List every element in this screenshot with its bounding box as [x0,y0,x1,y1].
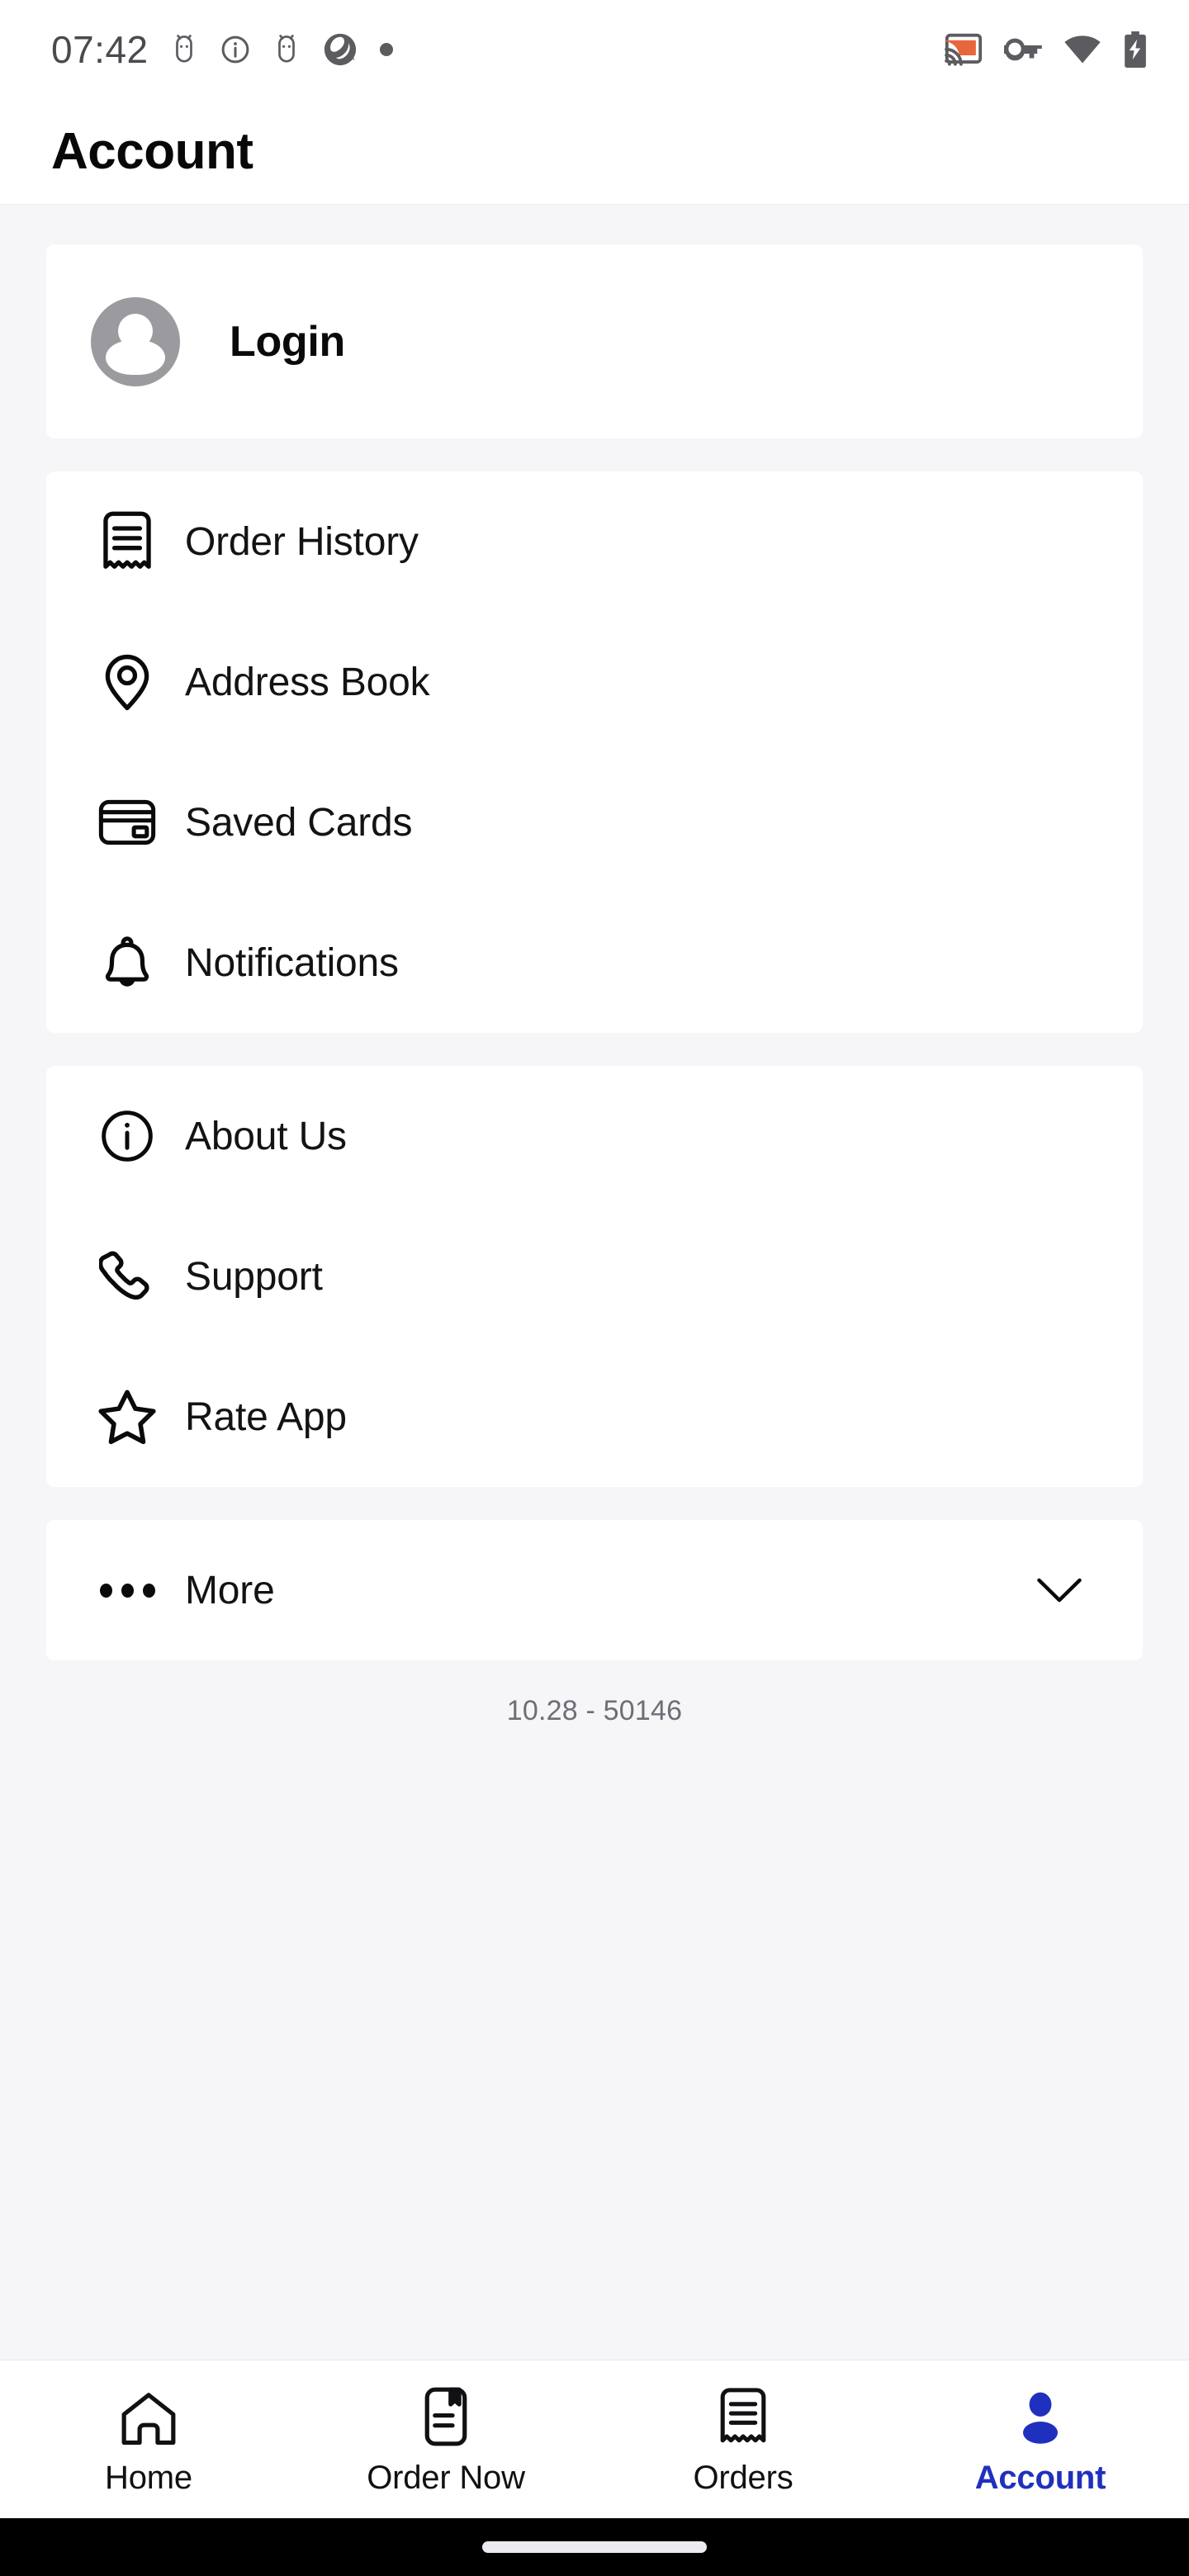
nav-item-account[interactable]: Account [892,2361,1189,2518]
status-bar: 07:42 [0,0,1189,99]
bottom-navigation: Home Order Now Orders Account [0,2360,1189,2518]
location-pin-icon [88,651,167,713]
menu-item-label: Address Book [185,660,430,704]
cast-icon [945,33,983,66]
menu-item-saved-cards[interactable]: Saved Cards [46,752,1143,893]
nav-item-home[interactable]: Home [0,2361,297,2518]
menu-book-icon [424,2382,467,2446]
home-icon [120,2382,178,2446]
android-debug-icon [175,35,192,63]
nav-item-label: Orders [693,2460,793,2496]
app-version-label: 10.28 - 50146 [506,1695,683,1726]
account-menu-card: Order History Address Book Saved Cards N… [46,471,1143,1033]
ellipsis-icon [88,1583,167,1598]
person-avatar-icon [91,296,180,386]
app-screen: 07:42 Account Login Order History Addres… [0,0,1189,2576]
menu-item-label: Rate App [185,1395,347,1439]
star-icon [88,1388,167,1446]
menu-item-order-history[interactable]: Order History [46,471,1143,612]
login-button[interactable]: Login [46,244,1143,438]
nav-item-label: Order Now [367,2460,525,2496]
menu-item-address-book[interactable]: Address Book [46,612,1143,752]
page-title: Account [51,123,253,180]
nav-item-label: Account [974,2460,1106,2496]
app-bar: Account [0,99,1189,205]
menu-item-label: About Us [185,1114,347,1158]
login-label: Login [230,317,346,366]
status-bar-left: 07:42 [51,31,393,69]
nav-item-label: Home [105,2460,192,2496]
wifi-icon [1064,36,1101,64]
chevron-down-icon[interactable] [1035,1575,1083,1605]
info-circle-icon [88,1109,167,1163]
battery-charging-icon [1125,31,1146,68]
dot-icon [379,43,393,56]
page-content: Login Order History Address Book Saved C… [0,205,1189,2360]
menu-item-rate-app[interactable]: Rate App [46,1347,1143,1487]
more-card: More [46,1520,1143,1660]
credit-card-icon [88,799,167,845]
menu-item-label: Saved Cards [185,800,413,845]
person-icon [1011,2382,1069,2446]
info-menu-card: About Us Support Rate App [46,1066,1143,1487]
login-card: Login [46,244,1143,438]
nav-item-orders[interactable]: Orders [594,2361,892,2518]
menu-item-label: Order History [185,519,419,564]
status-bar-right [945,31,1148,68]
nav-item-order-now[interactable]: Order Now [297,2361,594,2518]
menu-item-label: Notifications [185,940,399,985]
receipt-icon [88,511,167,572]
bell-icon [88,933,167,992]
menu-item-support[interactable]: Support [46,1206,1143,1347]
home-indicator[interactable] [482,2541,707,2553]
gesture-navigation-bar [0,2518,1189,2576]
menu-item-about-us[interactable]: About Us [46,1066,1143,1206]
phone-icon [88,1248,167,1305]
menu-item-label: Support [185,1254,323,1299]
more-label: More [185,1568,275,1612]
receipt-icon [718,2382,769,2446]
android-debug-icon [277,35,295,63]
camera-aperture-icon [324,33,356,66]
info-circle-icon [221,36,249,64]
status-bar-clock: 07:42 [51,28,149,71]
menu-item-notifications[interactable]: Notifications [46,893,1143,1033]
more-row[interactable]: More [46,1520,1143,1660]
vpn-key-icon [1004,38,1042,61]
